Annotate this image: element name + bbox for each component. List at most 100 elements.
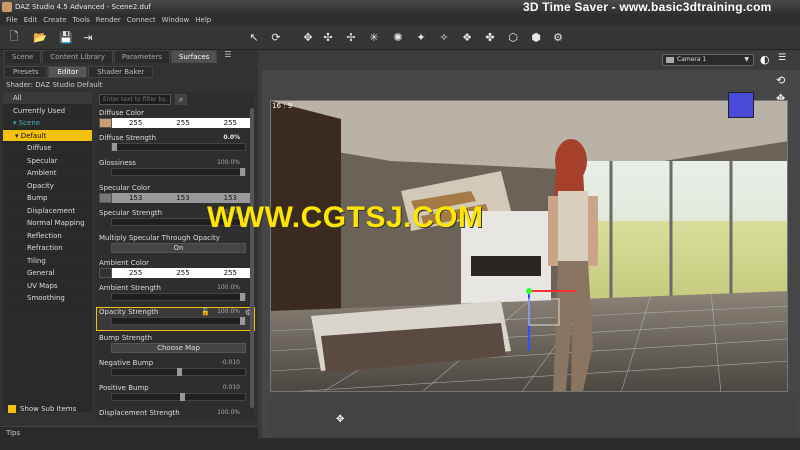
slider-knob[interactable] xyxy=(240,293,245,301)
spot-render-icon[interactable]: ✤ xyxy=(482,29,498,45)
ambient-color-property: Ambient Color 255 255 255 xyxy=(97,259,254,278)
diffuse-strength-slider[interactable] xyxy=(111,143,246,151)
import-icon[interactable]: ⇥ xyxy=(80,29,96,45)
render-settings-icon[interactable]: ⚙ xyxy=(550,29,566,45)
texture-map-icon[interactable] xyxy=(99,193,112,203)
pane-menu-icon[interactable]: ☰ xyxy=(224,50,231,64)
joint-editor-icon[interactable]: ✳ xyxy=(366,29,382,45)
cube-render-icon[interactable]: ⬢ xyxy=(528,29,544,45)
region-navigator-icon[interactable]: ❖ xyxy=(459,29,475,45)
green-value[interactable]: 255 xyxy=(159,118,207,128)
camera-select[interactable]: Camera 1 ▼ xyxy=(662,54,754,66)
positive-bump-property: Positive Bump 0.010 xyxy=(97,384,254,401)
list-item[interactable]: Specular xyxy=(3,155,92,167)
active-pose-icon[interactable]: ✺ xyxy=(390,29,406,45)
new-file-icon[interactable]: 🗋 xyxy=(6,29,22,45)
surface-selection-icon[interactable]: ✦ xyxy=(413,29,429,45)
menu-create[interactable]: Create xyxy=(43,16,66,24)
glossiness-slider[interactable] xyxy=(111,168,246,176)
list-item[interactable]: Tiling xyxy=(3,255,92,267)
green-value[interactable]: 255 xyxy=(159,268,207,278)
tab-surfaces[interactable]: Surfaces xyxy=(170,50,218,63)
viewport-area[interactable]: Camera 1 ▼ ◐ ☰ ⟲ ✥ ⌕ ⊕ ⊙ xyxy=(262,50,800,438)
slider-knob[interactable] xyxy=(240,168,245,176)
surface-currently-used[interactable]: Currently Used xyxy=(3,105,92,117)
lock-icon[interactable]: 🔓 xyxy=(201,308,210,316)
universal-tool-icon[interactable]: ⟳ xyxy=(268,29,284,45)
filter-input[interactable] xyxy=(99,94,171,105)
save-icon[interactable]: 💾 xyxy=(58,29,74,45)
menu-file[interactable]: File xyxy=(6,16,18,24)
video-watermark: 3D Time Saver - www.basic3dtraining.com xyxy=(523,0,772,14)
green-value[interactable]: 153 xyxy=(159,193,207,203)
translate-tool-icon[interactable]: ✣ xyxy=(320,29,336,45)
menu-edit[interactable]: Edit xyxy=(24,16,38,24)
negative-bump-property: Negative Bump -0.010 xyxy=(97,359,254,376)
pane-tabs: Scene Content Library Parameters Surface… xyxy=(0,50,258,64)
negative-bump-slider[interactable] xyxy=(111,368,246,376)
node-rotate-icon[interactable]: ✥ xyxy=(300,29,316,45)
red-value[interactable]: 255 xyxy=(112,268,160,278)
texture-map-icon[interactable] xyxy=(99,118,112,128)
slider-knob[interactable] xyxy=(177,368,182,376)
diffuse-color-field[interactable]: 255 255 255 xyxy=(99,118,254,128)
list-item[interactable]: Bump xyxy=(3,192,92,205)
choose-map-button[interactable]: Choose Map xyxy=(111,343,246,353)
menu-window[interactable]: Window xyxy=(162,16,190,24)
multiply-specular-toggle[interactable]: On xyxy=(111,243,246,253)
texture-map-icon[interactable] xyxy=(99,268,112,278)
slider-knob[interactable] xyxy=(180,393,185,401)
tips-pane[interactable]: Tips xyxy=(0,426,258,438)
list-item[interactable]: Ambient xyxy=(3,167,92,180)
view-cube[interactable] xyxy=(728,92,754,118)
list-item[interactable]: UV Maps xyxy=(3,280,92,292)
slider-knob[interactable] xyxy=(112,143,117,151)
blue-value[interactable]: 255 xyxy=(206,118,254,128)
tab-editor[interactable]: Editor xyxy=(48,66,88,78)
bump-strength-property: Bump Strength Choose Map xyxy=(97,334,254,353)
red-value[interactable]: 255 xyxy=(112,118,160,128)
search-icon[interactable]: ⌕ xyxy=(175,94,187,105)
menu-help[interactable]: Help xyxy=(195,16,211,24)
site-watermark: WWW.CGTSJ.COM xyxy=(207,201,484,234)
cube-view-icon[interactable]: ⬡ xyxy=(505,29,521,45)
menu-tools[interactable]: Tools xyxy=(73,16,90,24)
select-tool-icon[interactable]: ↖ xyxy=(246,29,262,45)
ambient-color-field[interactable]: 255 255 255 xyxy=(99,268,254,278)
menu-connect[interactable]: Connect xyxy=(127,16,156,24)
tab-content-library[interactable]: Content Library xyxy=(42,50,113,63)
status-bar xyxy=(0,438,800,450)
blue-value[interactable]: 255 xyxy=(206,268,254,278)
open-folder-icon[interactable]: 📂 xyxy=(32,29,48,45)
surface-scene[interactable]: ▾ Scene xyxy=(3,117,92,130)
list-item[interactable]: Smoothing xyxy=(3,292,92,305)
menu-render[interactable]: Render xyxy=(96,16,121,24)
orbit-icon[interactable]: ⟲ xyxy=(776,74,785,87)
tab-scene[interactable]: Scene xyxy=(4,50,42,63)
tab-presets[interactable]: Presets xyxy=(4,66,48,78)
show-sub-items-checkbox[interactable]: Show Sub Items xyxy=(8,405,76,413)
red-value[interactable]: 153 xyxy=(112,193,160,203)
ambient-strength-slider[interactable] xyxy=(111,293,246,301)
tab-shader-baker[interactable]: Shader Baker xyxy=(88,66,154,78)
draw-style-icon[interactable]: ◐ xyxy=(760,53,770,66)
scale-tool-icon[interactable]: ✢ xyxy=(343,29,359,45)
list-item[interactable]: Displacement xyxy=(3,205,92,217)
list-item[interactable]: Refraction xyxy=(3,242,92,255)
viewport-menu-icon[interactable]: ☰ xyxy=(778,53,786,63)
vertical-scrollbar[interactable] xyxy=(250,108,254,408)
render-viewport[interactable] xyxy=(270,100,788,392)
list-item[interactable]: Diffuse xyxy=(3,142,92,155)
list-item[interactable]: General xyxy=(3,267,92,280)
property-editor: ⌕ Diffuse Color 255 255 255 Diffuse Stre… xyxy=(96,92,255,420)
tab-parameters[interactable]: Parameters xyxy=(113,50,170,63)
surface-default[interactable]: ▾ Default xyxy=(3,129,92,142)
slider-knob[interactable] xyxy=(240,317,245,325)
positive-bump-slider[interactable] xyxy=(111,393,246,401)
list-item[interactable]: Reflection xyxy=(3,230,92,242)
opacity-strength-slider[interactable] xyxy=(111,317,246,325)
surface-all[interactable]: All xyxy=(3,92,92,105)
list-item[interactable]: Opacity xyxy=(3,180,92,192)
geometry-editor-icon[interactable]: ✧ xyxy=(436,29,452,45)
list-item[interactable]: Normal Mapping xyxy=(3,217,92,230)
